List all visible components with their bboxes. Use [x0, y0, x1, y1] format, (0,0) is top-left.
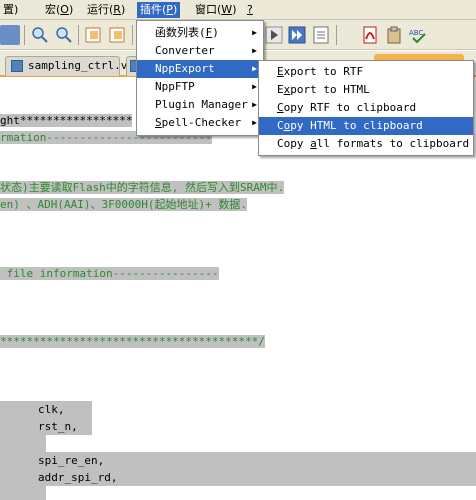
find-files-icon[interactable] [0, 25, 20, 45]
nppexport-submenu: Export to RTF Export to HTML Copy RTF to… [258, 60, 474, 156]
spell-check-icon[interactable]: ABC [408, 25, 428, 45]
toolbar-separator [78, 25, 79, 45]
menu-settings[interactable]: 置) [0, 2, 21, 18]
svg-text:ABC: ABC [409, 29, 423, 37]
toolbar-separator [132, 25, 133, 45]
menu-run[interactable]: 运行(R) [84, 2, 128, 18]
run-macro-multiple-icon[interactable] [287, 25, 307, 45]
tab-sampling-ctrl[interactable]: sampling_ctrl.v [5, 56, 127, 76]
menu-item-nppexport[interactable]: NppExport ▶ [137, 60, 263, 78]
menu-window[interactable]: 窗口(W) [192, 2, 239, 18]
menu-help[interactable]: ? [244, 2, 256, 18]
menu-item-plugin-manager[interactable]: Plugin Manager ▶ [137, 96, 263, 114]
code-line: clk, [38, 403, 65, 416]
file-saved-icon [11, 60, 23, 72]
submenu-arrow-icon: ▶ [252, 28, 257, 37]
code-line: ght***************** [0, 114, 133, 127]
menu-item-spell-checker[interactable]: Spell-Checker ▶ [137, 114, 263, 132]
zoom-in-icon[interactable] [30, 25, 50, 45]
menu-item-converter[interactable]: Converter ▶ [137, 42, 263, 60]
submenu-arrow-icon: ▶ [252, 118, 257, 127]
code-line: 状态)主要读取Flash中的字符信息, 然后写入到SRAM中. [0, 181, 285, 194]
menu-macro[interactable]: 宏(O) [42, 2, 76, 18]
play-macro-icon[interactable] [264, 25, 284, 45]
code-line: rst_n, [38, 420, 78, 433]
menu-item-export-rtf[interactable]: Export to RTF [259, 63, 473, 81]
submenu-arrow-icon: ▶ [252, 46, 257, 55]
selection-band [0, 435, 46, 452]
save-macro-icon[interactable] [311, 25, 331, 45]
code-line: spi_re_en, [38, 454, 105, 467]
clipboard-icon[interactable] [384, 25, 404, 45]
menu-item-copy-html[interactable]: Copy HTML to clipboard [259, 117, 473, 135]
submenu-arrow-icon: ▶ [252, 82, 257, 91]
submenu-arrow-icon: ▶ [252, 100, 257, 109]
code-line: ***************************************/ [0, 335, 265, 348]
menu-bar: 置) 宏(O) 运行(R) 插件(P) 窗口(W) ? [0, 0, 476, 20]
sync-vertical-icon[interactable] [84, 25, 104, 45]
menu-item-copy-rtf[interactable]: Copy RTF to clipboard [259, 99, 473, 117]
menu-item-function-list[interactable]: 函数列表(F) ▶ [137, 24, 263, 42]
code-line: file information---------------- [0, 267, 219, 280]
submenu-arrow-icon: ▶ [252, 64, 257, 73]
menu-item-nppftp[interactable]: NppFTP ▶ [137, 78, 263, 96]
selection-band [0, 486, 46, 500]
menu-item-export-html[interactable]: Export to HTML [259, 81, 473, 99]
code-line: en) 、ADH(AAI)、3F0000H(起始地址)+ 数据. [0, 198, 247, 211]
pdf-document-icon[interactable] [360, 25, 380, 45]
plugins-menu: 函数列表(F) ▶ Converter ▶ NppExport ▶ NppFTP ▶ P… [136, 20, 264, 136]
toolbar-separator [336, 25, 337, 45]
menu-plugins[interactable]: 插件(P) [137, 2, 181, 18]
zoom-out-icon[interactable] [54, 25, 74, 45]
code-line: addr_spi_rd, [38, 471, 118, 484]
menu-item-copy-all-formats[interactable]: Copy all formats to clipboard [259, 135, 473, 153]
sync-horizontal-icon[interactable] [108, 25, 128, 45]
toolbar-separator [24, 25, 25, 45]
